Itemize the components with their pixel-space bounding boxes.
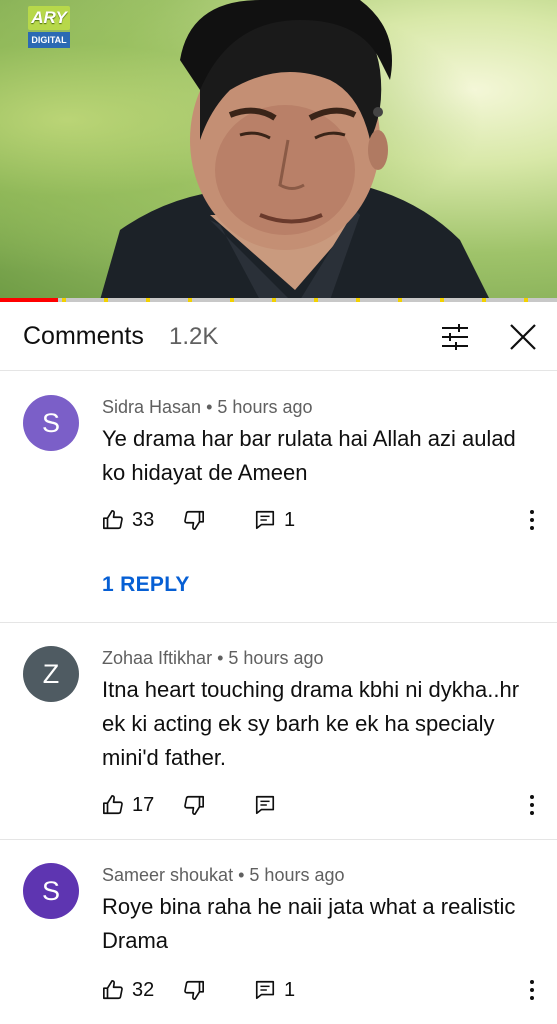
comment-time: 5 hours ago [217, 397, 313, 417]
reply-comment-button[interactable]: 1 [254, 976, 295, 1004]
comment-meta: Sameer shoukat • 5 hours ago [102, 865, 345, 886]
thumbs-up-icon [103, 795, 123, 815]
comment-reply-icon [255, 795, 275, 815]
comment-item: Z Zohaa Iftikhar • 5 hours ago Itna hear… [0, 623, 557, 838]
comment-author[interactable]: Zohaa Iftikhar [102, 648, 212, 668]
comments-count: 1.2K [169, 323, 219, 350]
video-frame-person [100, 0, 490, 300]
dislike-button[interactable] [183, 791, 205, 819]
sort-filter-icon[interactable] [440, 322, 470, 352]
thumbs-down-icon [184, 795, 204, 815]
comments-header: Comments 1.2K [0, 302, 557, 371]
comment-author[interactable]: Sidra Hasan [102, 397, 201, 417]
more-options-icon[interactable] [520, 976, 544, 1004]
comment-text: Itna heart touching drama kbhi ni dykha.… [102, 677, 520, 770]
like-button[interactable]: 32 [102, 976, 154, 1004]
comment-reply-icon [255, 510, 275, 530]
reply-comment-button[interactable] [254, 791, 284, 819]
logo-text-bottom: DIGITAL [28, 32, 70, 48]
ary-digital-logo: ARY DIGITAL [28, 6, 70, 48]
close-icon[interactable] [508, 322, 538, 352]
comment-item: S Sidra Hasan • 5 hours ago Ye drama har… [0, 372, 557, 622]
meta-separator: • [238, 865, 245, 885]
thumbs-down-icon [184, 510, 204, 530]
thumbs-down-icon [184, 980, 204, 1000]
logo-text-top: ARY [28, 6, 70, 30]
comment-meta: Sidra Hasan • 5 hours ago [102, 397, 312, 418]
comment-time: 5 hours ago [249, 865, 345, 885]
like-button[interactable]: 33 [102, 506, 154, 534]
comment-item: S Sameer shoukat • 5 hours ago Roye bina… [0, 840, 557, 1024]
view-replies-button[interactable]: 1 REPLY [102, 573, 190, 597]
thumbs-up-icon [103, 510, 123, 530]
meta-separator: • [206, 397, 213, 417]
avatar[interactable]: Z [23, 646, 79, 702]
meta-separator: • [217, 648, 224, 668]
like-count: 32 [132, 978, 155, 1001]
thumbs-up-icon [103, 980, 123, 1000]
reply-count: 1 [284, 978, 296, 1001]
video-player[interactable]: ARY DIGITAL [0, 0, 557, 300]
like-count: 33 [132, 508, 155, 531]
reply-comment-button[interactable]: 1 [254, 506, 295, 534]
comment-text: Roye bina raha he naii jata what a reali… [102, 894, 516, 953]
dislike-button[interactable] [183, 976, 205, 1004]
comment-time: 5 hours ago [228, 648, 324, 668]
dislike-button[interactable] [183, 506, 205, 534]
comment-author[interactable]: Sameer shoukat [102, 865, 233, 885]
comment-reply-icon [255, 980, 275, 1000]
comments-title: Comments [23, 322, 144, 350]
like-count: 17 [132, 793, 155, 816]
avatar[interactable]: S [23, 395, 79, 451]
like-button[interactable]: 17 [102, 791, 154, 819]
more-options-icon[interactable] [520, 506, 544, 534]
avatar[interactable]: S [23, 863, 79, 919]
comment-meta: Zohaa Iftikhar • 5 hours ago [102, 648, 323, 669]
reply-count: 1 [284, 508, 296, 531]
comment-text: Ye drama har bar rulata hai Allah azi au… [102, 426, 516, 485]
more-options-icon[interactable] [520, 791, 544, 819]
